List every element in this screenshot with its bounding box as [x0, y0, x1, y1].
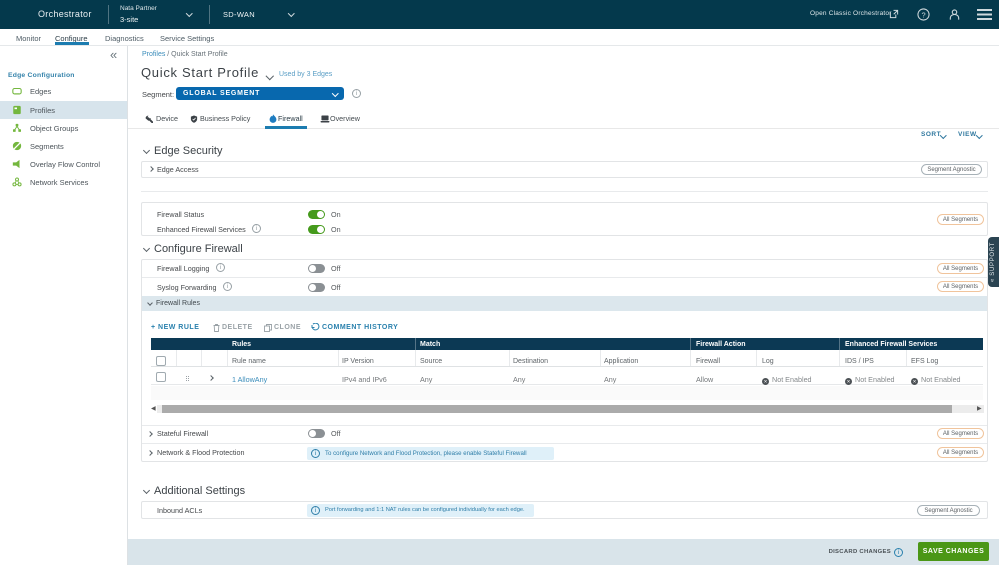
svg-text:?: ?	[921, 10, 925, 19]
